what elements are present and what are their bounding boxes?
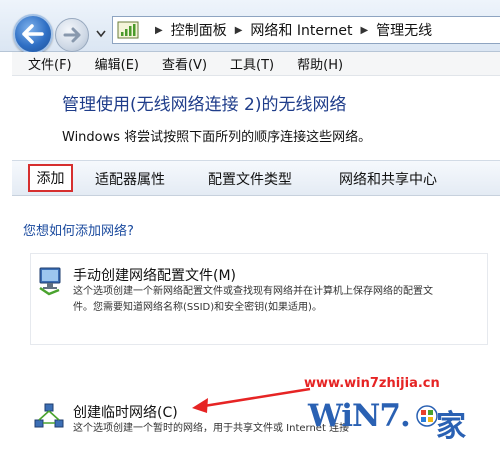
header-panel xyxy=(12,76,500,158)
network-sharing-center-button[interactable]: 网络和共享中心 xyxy=(339,169,437,189)
manual-option-title[interactable]: 手动创建网络配置文件(M) xyxy=(73,265,236,285)
breadcrumb[interactable]: ▶ 控制面板 ▶ 网络和 Internet ▶ 管理无线 xyxy=(112,16,500,44)
menu-view[interactable]: 查看(V) xyxy=(162,54,207,73)
menu-file[interactable]: 文件(F) xyxy=(28,54,72,73)
breadcrumb-control-panel[interactable]: 控制面板 xyxy=(171,20,227,40)
site-url-annotation: www.win7zhijia.cn xyxy=(304,376,440,391)
back-button[interactable] xyxy=(13,14,53,54)
watermark-home-glyph: 家 xyxy=(436,409,466,444)
recent-pages-dropdown[interactable] xyxy=(94,27,108,41)
menu-bar: 文件(F) 编辑(E) 查看(V) 工具(T) 帮助(H) xyxy=(12,52,500,76)
adhoc-option-title[interactable]: 创建临时网络(C) xyxy=(73,402,178,422)
watermark-logo: WiN7. xyxy=(308,398,411,434)
question-heading: 您想如何添加网络? xyxy=(23,224,134,239)
add-button[interactable]: 添加 xyxy=(28,164,73,192)
windows-logo-icon xyxy=(416,405,438,427)
arrow-right-icon xyxy=(63,27,81,43)
page-subtitle: Windows 将尝试按照下面所列的顺序连接这些网络。 xyxy=(62,130,372,145)
page-title: 管理使用(无线网络连接 2)的无线网络 xyxy=(62,95,347,115)
menu-help[interactable]: 帮助(H) xyxy=(297,54,343,73)
adhoc-network-icon xyxy=(34,403,64,428)
menu-edit[interactable]: 编辑(E) xyxy=(95,54,139,73)
forward-button[interactable] xyxy=(55,18,89,52)
adapter-properties-button[interactable]: 适配器属性 xyxy=(95,169,165,189)
network-control-panel-icon xyxy=(117,21,139,39)
chevron-right-icon[interactable]: ▶ xyxy=(155,25,163,36)
arrow-left-icon xyxy=(22,24,44,44)
menu-tools[interactable]: 工具(T) xyxy=(230,54,274,73)
breadcrumb-manage-wireless[interactable]: 管理无线 xyxy=(376,20,432,40)
breadcrumb-network-internet[interactable]: 网络和 Internet xyxy=(250,20,352,40)
red-arrow-icon xyxy=(192,387,311,413)
chevron-down-icon xyxy=(96,30,106,38)
chevron-right-icon[interactable]: ▶ xyxy=(235,25,243,36)
manual-option-desc-line1: 这个选项创建一个新网络配置文件或查找现有网络并在计算机上保存网络的配置文 xyxy=(73,286,433,297)
address-bar: ▶ 控制面板 ▶ 网络和 Internet ▶ 管理无线 xyxy=(0,0,500,54)
manual-option-desc-line2: 件。您需要知道网络名称(SSID)和安全密钥(如果适用)。 xyxy=(73,302,322,313)
monitor-network-icon xyxy=(39,267,61,296)
chevron-right-icon[interactable]: ▶ xyxy=(360,25,368,36)
profile-types-button[interactable]: 配置文件类型 xyxy=(208,169,292,189)
